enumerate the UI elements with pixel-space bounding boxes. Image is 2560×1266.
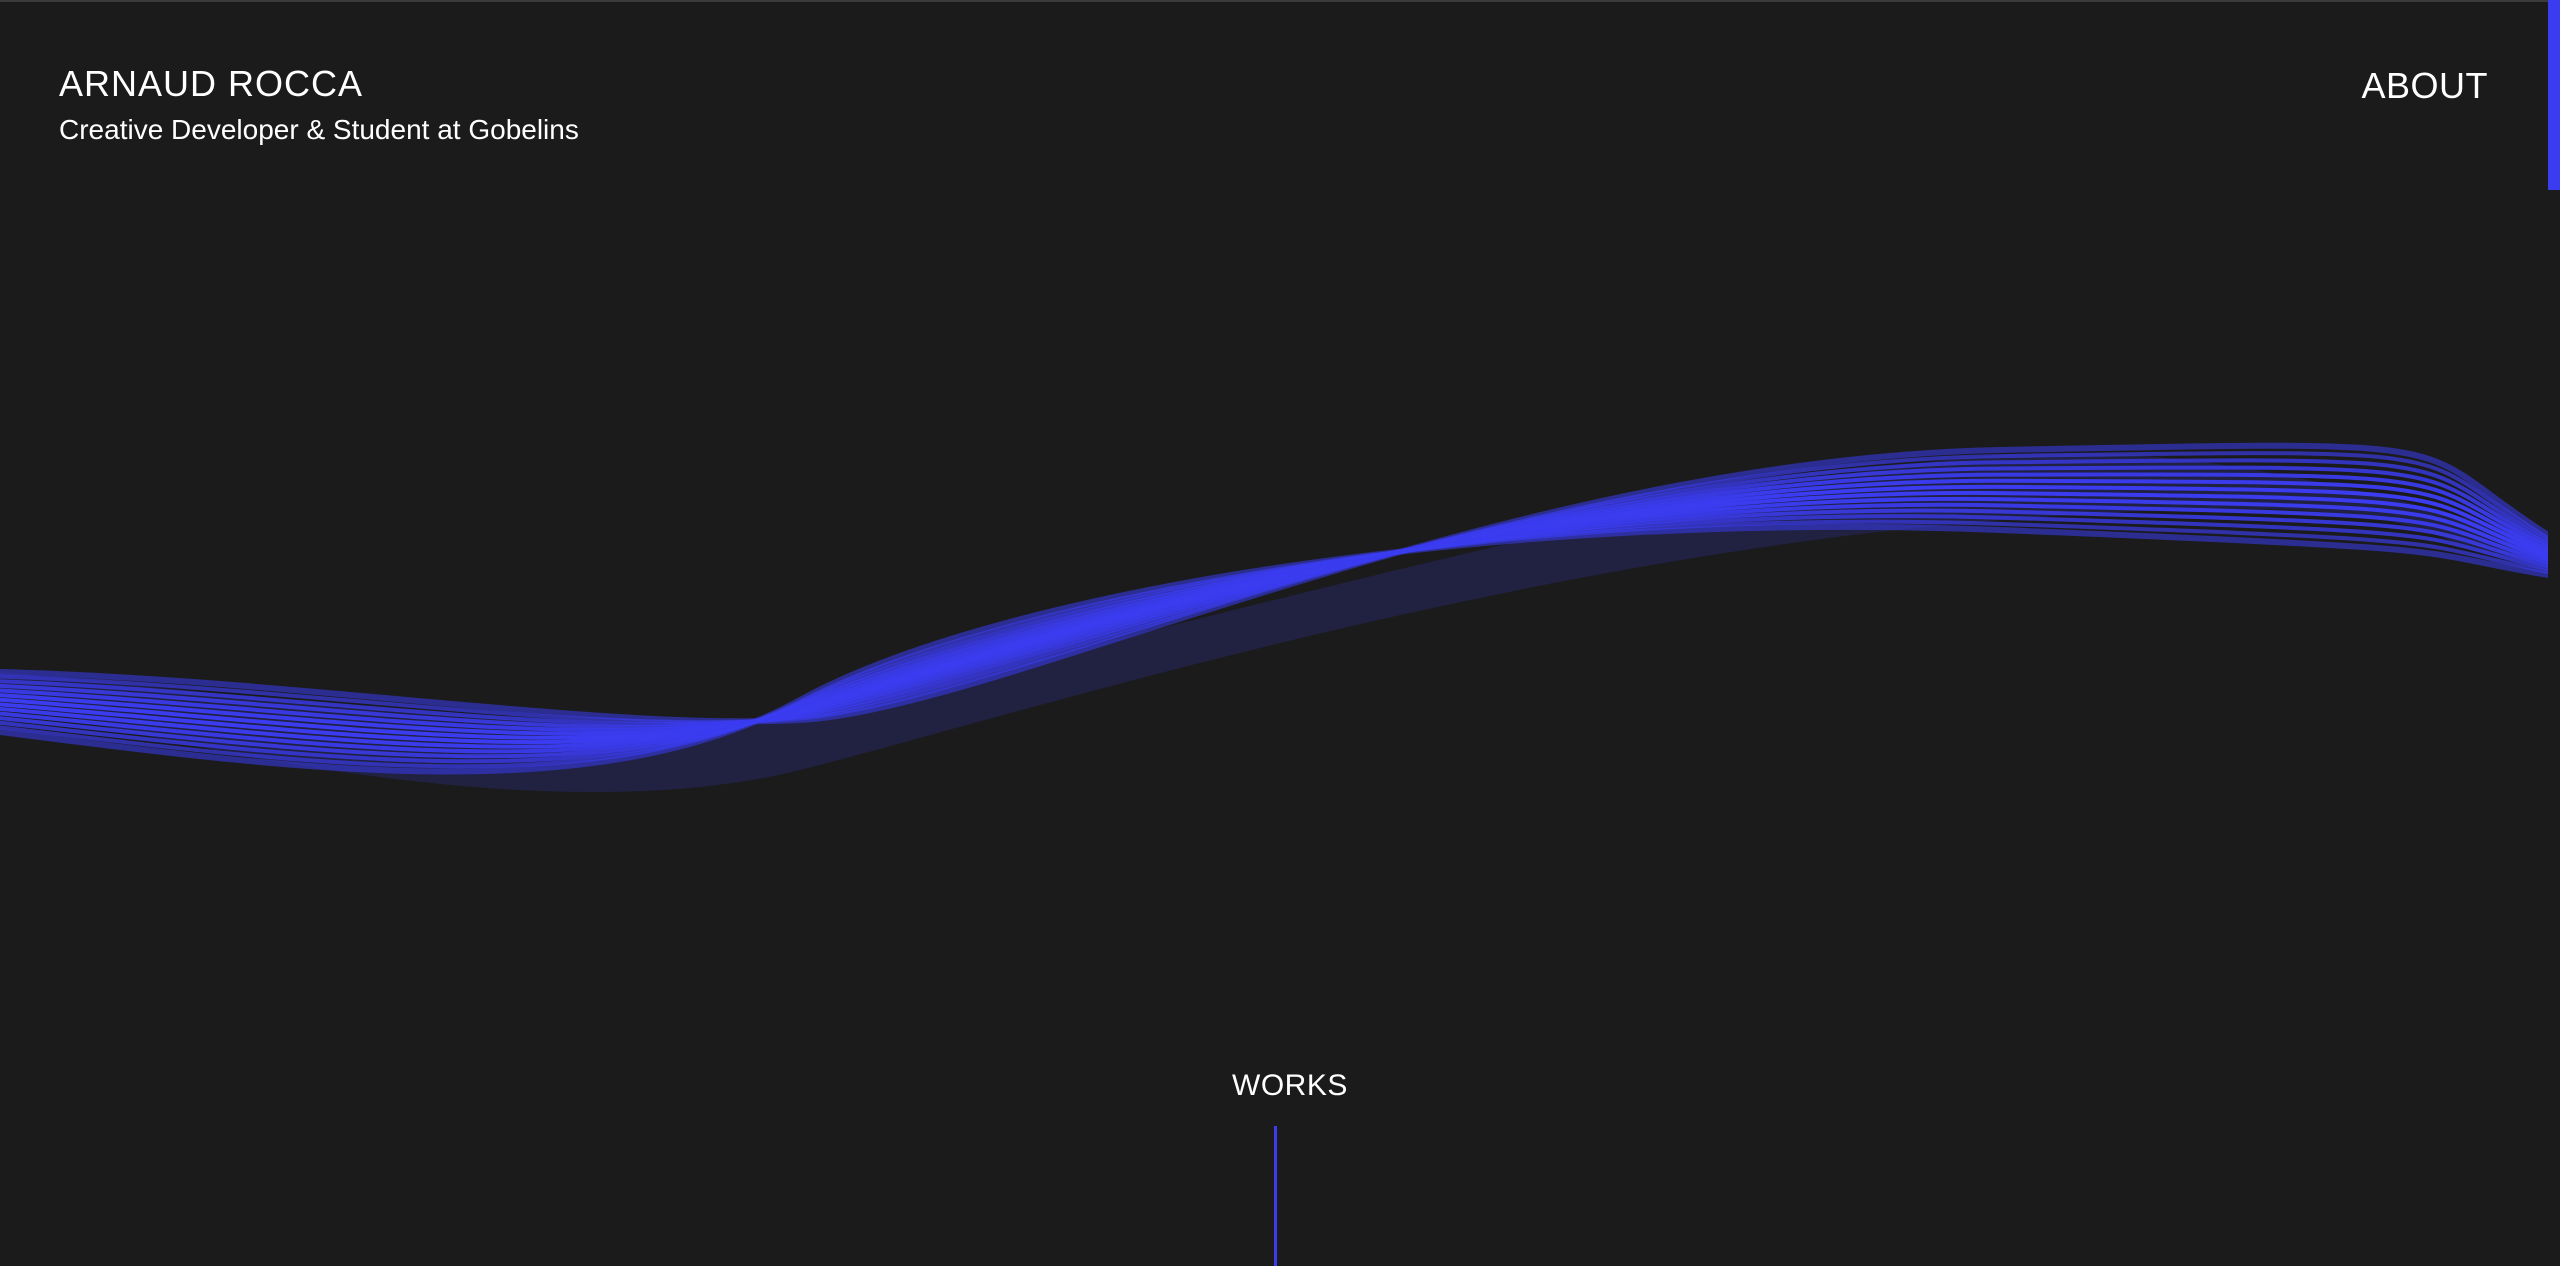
site-name-link[interactable]: ARNAUD ROCCA	[59, 62, 579, 106]
works-scroll-indicator	[1274, 1126, 1277, 1266]
works-label[interactable]: WORKS	[1232, 1068, 1348, 1104]
site-header: ARNAUD ROCCA Creative Developer & Studen…	[59, 62, 579, 148]
site-tagline: Creative Developer & Student at Gobelins	[59, 114, 579, 145]
scrollbar-thumb[interactable]	[2548, 0, 2560, 190]
about-link[interactable]: ABOUT	[2361, 64, 2488, 108]
scrollbar-track[interactable]	[2548, 0, 2560, 1266]
page: ARNAUD ROCCA Creative Developer & Studen…	[0, 0, 2560, 1266]
